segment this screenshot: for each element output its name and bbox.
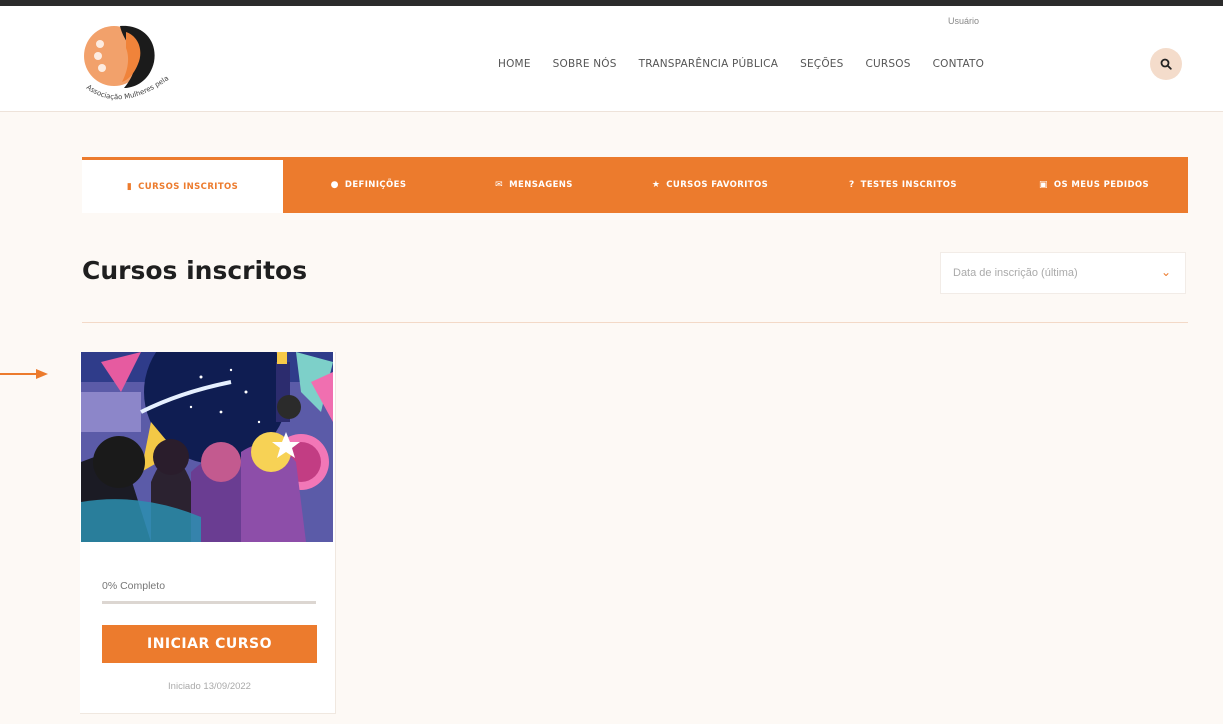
tab-mensagens[interactable]: ✉ MENSAGENS [454,157,614,213]
course-thumbnail[interactable] [81,352,333,542]
tab-label: CURSOS FAVORITOS [666,180,769,190]
search-icon [1160,58,1172,70]
nav-contato[interactable]: CONTATO [933,58,985,70]
tab-label: MENSAGENS [509,180,573,190]
main-nav: HOME SOBRE NÓS TRANSPARÊNCIA PÚBLICA SEÇ… [498,54,1006,74]
progress-bar [102,601,316,604]
tab-testes-inscritos[interactable]: ? TESTES INSCRITOS [806,157,1000,213]
nav-home[interactable]: HOME [498,58,531,70]
chevron-down-icon: ⌄ [1160,265,1171,279]
question-icon: ? [849,180,855,190]
envelope-icon: ✉ [495,180,504,190]
course-card: 0% Completo INICIAR CURSO Iniciado 13/09… [80,352,336,714]
user-link[interactable]: Usuário [948,16,979,26]
tab-cursos-favoritos[interactable]: ★ CURSOS FAVORITOS [614,157,806,213]
tab-os-meus-pedidos[interactable]: ▣ OS MEUS PEDIDOS [1000,157,1188,213]
tab-definicoes[interactable]: ● DEFINIÇÕES [283,157,454,213]
nav-sobre-nos[interactable]: SOBRE NÓS [553,58,617,70]
page-title: Cursos inscritos [82,256,308,285]
nav-cursos[interactable]: CURSOS [866,58,911,70]
site-header: Associação Mulheres pela Paz Usuário HOM… [0,6,1223,112]
nav-secoes[interactable]: SEÇÕES [800,58,843,70]
divider [82,322,1188,323]
book-icon: ▮ [126,181,133,192]
nav-transparencia[interactable]: TRANSPARÊNCIA PÚBLICA [639,58,778,70]
sort-select-value: Data de inscrição (última) [953,267,1078,279]
site-logo[interactable]: Associação Mulheres pela Paz [80,18,180,110]
profile-tabs: ▮ CURSOS INSCRITOS ● DEFINIÇÕES ✉ MENSAG… [82,157,1188,213]
basket-icon: ▣ [1038,180,1048,190]
tab-label: DEFINIÇÕES [344,180,407,190]
search-button[interactable] [1150,48,1182,80]
tab-label: TESTES INSCRITOS [860,180,957,190]
enrolled-date: Iniciado 13/09/2022 [168,681,251,692]
arrow-right-icon [0,369,48,379]
sort-select[interactable]: Data de inscrição (última) ⌄ [940,252,1186,294]
tab-label: OS MEUS PEDIDOS [1053,180,1150,190]
start-course-button[interactable]: INICIAR CURSO [102,625,317,663]
gear-icon: ● [330,180,339,190]
progress-label: 0% Completo [102,580,166,592]
tab-cursos-inscritos[interactable]: ▮ CURSOS INSCRITOS [82,157,283,213]
star-icon: ★ [651,180,661,190]
tab-label: CURSOS INSCRITOS [138,181,239,192]
